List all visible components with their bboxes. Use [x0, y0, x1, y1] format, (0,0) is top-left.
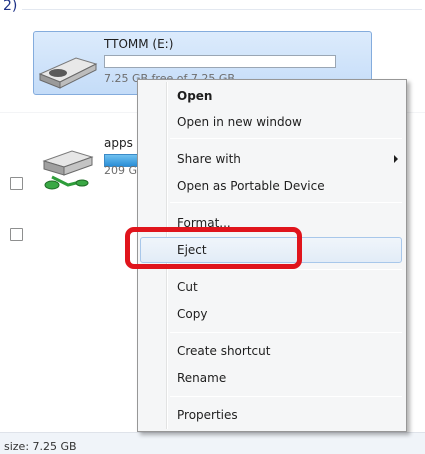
menu-item-rename[interactable]: Rename	[138, 365, 406, 391]
menu-item-cut[interactable]: Cut	[138, 274, 406, 300]
drive-name: TTOMM (E:)	[104, 37, 174, 51]
group-header: 2)	[3, 0, 18, 14]
usb-drive-icon	[38, 57, 98, 89]
menu-label: Open in new window	[177, 115, 302, 129]
menu-item-share-with[interactable]: Share with	[138, 146, 406, 172]
menu-label: Share with	[177, 152, 241, 166]
menu-item-open[interactable]: Open	[138, 83, 406, 109]
menu-item-open-new-window[interactable]: Open in new window	[138, 109, 406, 135]
submenu-arrow-icon	[394, 155, 398, 163]
menu-label: Properties	[177, 408, 238, 422]
menu-label: Rename	[177, 371, 227, 385]
checkbox-apps[interactable]	[10, 177, 23, 190]
menu-separator	[170, 332, 402, 333]
checkbox-item[interactable]	[10, 228, 23, 241]
group-divider	[22, 9, 422, 10]
network-drive-icon	[42, 150, 94, 190]
menu-separator	[170, 269, 402, 270]
menu-label: Copy	[177, 307, 208, 321]
menu-separator	[170, 202, 402, 203]
apps-drive-name[interactable]: apps	[104, 136, 133, 150]
menu-separator	[170, 138, 402, 139]
menu-item-copy[interactable]: Copy	[138, 301, 406, 327]
menu-item-properties[interactable]: Properties	[138, 402, 406, 428]
menu-item-create-shortcut[interactable]: Create shortcut	[138, 338, 406, 364]
drive-usage-bar	[104, 55, 336, 68]
menu-label: Open	[177, 89, 213, 103]
status-text: size: 7.25 GB	[4, 440, 77, 453]
menu-label: Create shortcut	[177, 344, 271, 358]
menu-item-open-portable-device[interactable]: Open as Portable Device	[138, 173, 406, 199]
menu-separator	[170, 396, 402, 397]
eject-highlight-annotation	[125, 227, 302, 269]
menu-label: Open as Portable Device	[177, 179, 325, 193]
menu-label: Cut	[177, 280, 198, 294]
